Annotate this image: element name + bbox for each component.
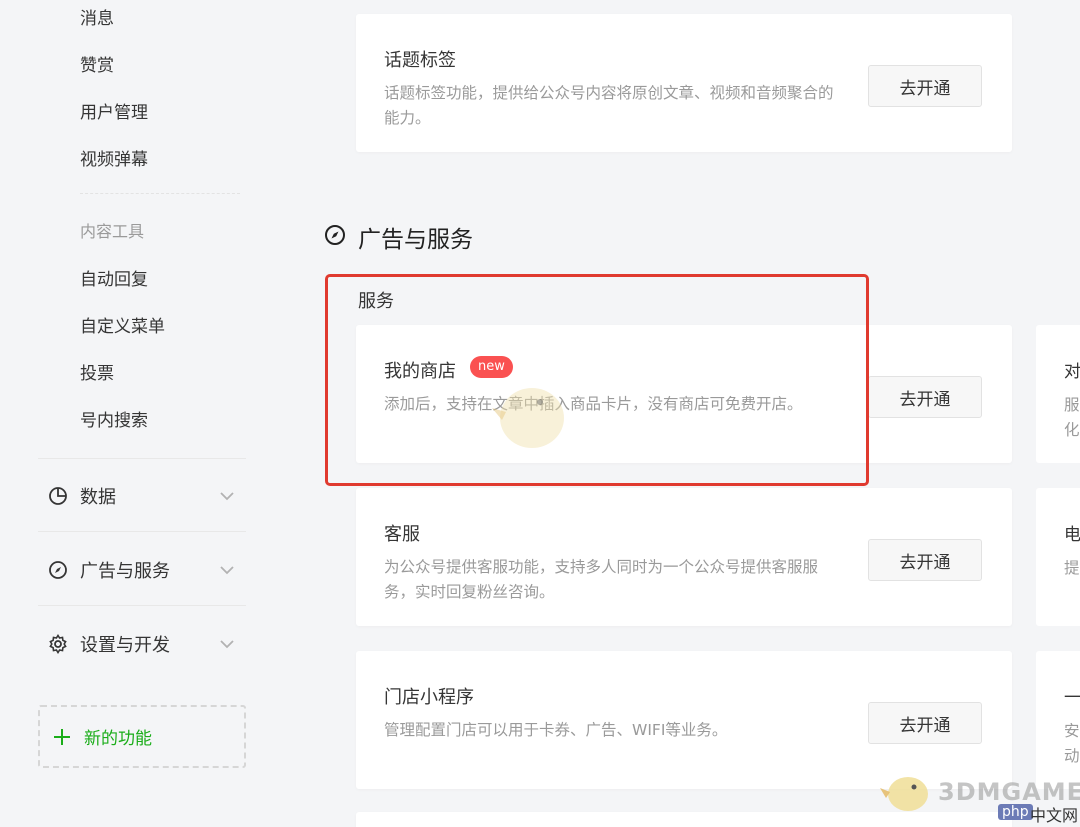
sidebar-item-messages[interactable]: 消息 — [80, 4, 114, 29]
plus-icon — [54, 728, 70, 745]
service-card-right: 电 提 — [1036, 488, 1080, 626]
sidebar-section-data[interactable]: 数据 — [38, 474, 246, 518]
section-header: 广告与服务 — [324, 220, 473, 254]
compass-icon — [324, 224, 346, 250]
sidebar-section-ads-services[interactable]: 广告与服务 — [38, 548, 246, 592]
gear-icon — [48, 634, 68, 654]
open-store-miniprogram-button[interactable]: 去开通 — [868, 702, 982, 744]
bird-mascot-watermark-icon — [492, 388, 564, 448]
divider — [38, 605, 246, 606]
new-function-label: 新的功能 — [84, 729, 152, 749]
sidebar-section-label: 设置与开发 — [80, 635, 170, 656]
pie-chart-icon — [48, 486, 68, 506]
sidebar-item-custom-menu[interactable]: 自定义菜单 — [80, 312, 165, 337]
card-title: 门店小程序 — [384, 687, 474, 708]
topic-tag-card: 话题标签 话题标签功能，提供给公众号内容将原创文章、视频和音频聚合的能力。 去开… — [356, 14, 1012, 152]
watermark-php: php — [998, 804, 1033, 820]
sidebar-section-settings-dev[interactable]: 设置与开发 — [38, 622, 246, 666]
section-title: 广告与服务 — [358, 227, 473, 253]
new-function-button[interactable]: 新的功能 — [38, 705, 246, 768]
divider — [38, 458, 246, 459]
divider — [80, 193, 240, 194]
group-title-content-tools: 内容工具 — [80, 222, 145, 241]
card-description: 话题标签功能，提供给公众号内容将原创文章、视频和音频聚合的能力。 — [384, 84, 834, 127]
card-title: 我的商店 — [384, 361, 456, 382]
sidebar-item-user-management[interactable]: 用户管理 — [80, 98, 148, 123]
card-title: 电 — [1064, 525, 1080, 545]
sidebar-section-label: 数据 — [80, 487, 116, 508]
sidebar-item-search[interactable]: 号内搜索 — [80, 406, 148, 431]
open-store-button[interactable]: 去开通 — [868, 376, 982, 418]
card-description: 为公众号提供客服功能，支持多人同时为一个公众号提供客服服务，实时回复粉丝咨询。 — [384, 558, 819, 601]
sidebar-item-vote[interactable]: 投票 — [80, 359, 114, 384]
sidebar-item-appreciation[interactable]: 赞赏 — [80, 51, 114, 76]
open-topic-tag-button[interactable]: 去开通 — [868, 65, 982, 107]
card-description: 提 — [1064, 559, 1080, 577]
sidebar-section-label: 广告与服务 — [80, 561, 170, 582]
card-title: 话题标签 — [384, 50, 456, 71]
watermark-zw: 中文网 — [1030, 806, 1079, 825]
chevron-down-icon — [220, 566, 234, 575]
chevron-down-icon — [220, 640, 234, 649]
subsection-title: 服务 — [358, 291, 394, 312]
divider — [38, 531, 246, 532]
open-customer-service-button[interactable]: 去开通 — [868, 539, 982, 581]
card-title: 客服 — [384, 524, 420, 545]
sidebar: 消息 赞赏 用户管理 视频弹幕 内容工具 自动回复 自定义菜单 投票 号内搜索 … — [0, 0, 270, 827]
chevron-down-icon — [220, 492, 234, 501]
card-title: 对 — [1064, 362, 1080, 382]
service-card-store: 我的商店 添加后，支持在文章中插入商品卡片，没有商店可免费开店。 去开通 — [356, 325, 1012, 463]
service-card-partial — [356, 812, 1012, 827]
sidebar-item-video-danmaku[interactable]: 视频弹幕 — [80, 145, 148, 170]
card-title: 一 — [1064, 688, 1080, 708]
sidebar-item-auto-reply[interactable]: 自动回复 — [80, 265, 148, 290]
service-card-customer-service: 客服 为公众号提供客服功能，支持多人同时为一个公众号提供客服服务，实时回复粉丝咨… — [356, 488, 1012, 626]
card-description: 化 — [1064, 421, 1080, 439]
bird-logo-icon — [880, 777, 928, 811]
card-description: 管理配置门店可以用于卡券、广告、WIFI等业务。 — [384, 721, 728, 739]
compass-icon — [48, 560, 68, 580]
card-description: 动 — [1064, 747, 1080, 765]
service-card-right: 一 安 动 — [1036, 651, 1080, 789]
service-card-store-miniprogram: 门店小程序 管理配置门店可以用于卡券、广告、WIFI等业务。 去开通 — [356, 651, 1012, 789]
card-description: 安 — [1064, 722, 1080, 740]
service-card-right: 对 服 化 — [1036, 325, 1080, 463]
card-description: 服 — [1064, 396, 1080, 414]
card-description: 添加后，支持在文章中插入商品卡片，没有商店可免费开店。 — [384, 395, 803, 413]
